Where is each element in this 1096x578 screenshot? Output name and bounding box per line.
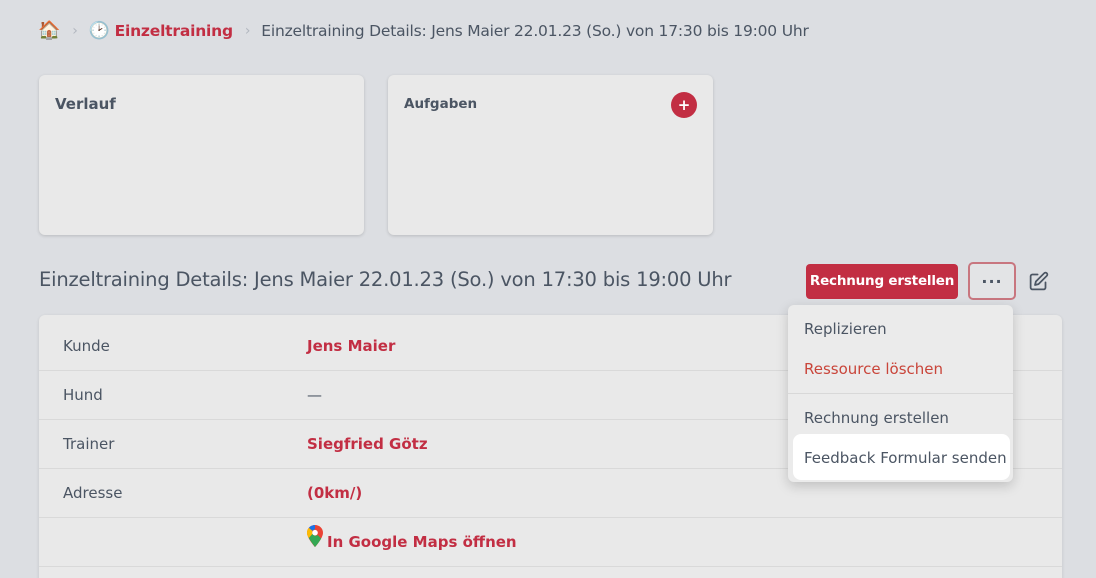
aufgaben-card: Aufgaben + [388,75,713,235]
chevron-right-icon: › [244,23,251,39]
hund-value: — [307,386,322,404]
more-actions-button[interactable]: ··· [968,262,1016,300]
trainer-link[interactable]: Siegfried Götz [307,420,428,469]
google-maps-label[interactable]: In Google Maps öffnen [327,518,517,567]
breadcrumb-current: Einzeltraining Details: Jens Maier 22.01… [261,22,809,40]
verlauf-title: Verlauf [55,95,116,113]
add-task-button[interactable]: + [671,92,697,118]
menu-divider [788,393,1013,394]
breadcrumb-einzeltraining-link[interactable]: Einzeltraining [115,22,233,40]
kunde-link[interactable]: Jens Maier [307,322,395,371]
menu-item-rechnung-erstellen[interactable]: Rechnung erstellen [804,409,949,427]
row-label-hund: Hund [63,386,103,404]
verlauf-card: Verlauf [39,75,364,235]
menu-item-ressource-loeschen[interactable]: Ressource löschen [804,360,943,378]
menu-item-replizieren[interactable]: Replizieren [804,320,887,338]
row-label-adresse: Adresse [63,484,123,502]
page-title: Einzeltraining Details: Jens Maier 22.01… [39,268,732,291]
clock-icon: 🕑 [88,21,110,41]
row-label-kunde: Kunde [63,337,110,355]
edit-icon[interactable] [1026,269,1050,293]
create-invoice-button[interactable]: Rechnung erstellen [806,264,958,299]
row-label-trainer: Trainer [63,435,115,453]
breadcrumb: 🏠 › 🕑 Einzeltraining › Einzeltraining De… [38,20,809,42]
menu-item-feedback-formular[interactable]: Feedback Formular senden [804,449,1007,467]
table-row: In Google Maps öffnen [39,518,1062,567]
ellipsis-icon: ··· [981,271,1003,291]
adresse-value[interactable]: (0km/) [307,469,362,518]
home-icon[interactable]: 🏠 [38,21,60,41]
aufgaben-title: Aufgaben [404,96,478,112]
actions-dropdown-menu: Replizieren Ressource löschen Rechnung e… [788,305,1013,482]
chevron-right-icon: › [72,23,78,39]
map-pin-icon [307,518,323,567]
google-maps-link[interactable]: In Google Maps öffnen [307,518,517,567]
